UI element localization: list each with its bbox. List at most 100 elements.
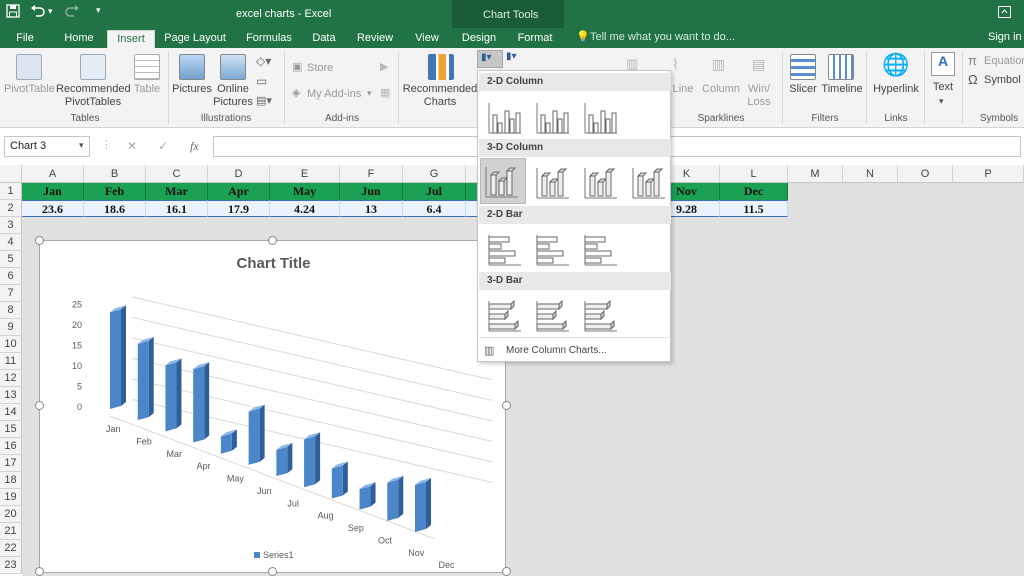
tab-file[interactable]: File	[8, 30, 42, 48]
100-stacked-bar-option[interactable]	[580, 227, 622, 269]
tab-review[interactable]: Review	[354, 30, 396, 48]
column-header-l[interactable]: L	[720, 165, 788, 183]
bing-maps-icon[interactable]: ▶	[380, 60, 388, 73]
header-cell-b1[interactable]: Feb	[84, 183, 146, 200]
column-header-d[interactable]: D	[208, 165, 270, 183]
resize-handle[interactable]	[35, 401, 44, 410]
row-header-13[interactable]: 13	[0, 387, 22, 404]
tab-page-layout[interactable]: Page Layout	[162, 30, 228, 48]
store-button[interactable]: Store	[307, 62, 333, 74]
row-header-2[interactable]: 2	[0, 200, 22, 217]
hyperlink-button[interactable]: Hyperlink	[870, 83, 922, 96]
value-cell-d2[interactable]: 17.9	[208, 200, 270, 217]
row-header-17[interactable]: 17	[0, 455, 22, 472]
insert-function-button[interactable]: fx	[190, 139, 199, 154]
value-cell-e2[interactable]: 4.24	[270, 200, 340, 217]
3d-clustered-bar-option[interactable]	[484, 293, 526, 335]
row-header-6[interactable]: 6	[0, 268, 22, 285]
shapes-icon[interactable]: ◇▾	[256, 54, 271, 68]
people-graph-icon[interactable]: ▦	[380, 86, 390, 99]
online-pictures-button[interactable]: Online Pictures	[212, 83, 254, 109]
resize-handle[interactable]	[35, 567, 44, 576]
resize-handle[interactable]	[268, 567, 277, 576]
resize-handle[interactable]	[35, 236, 44, 245]
row-header-4[interactable]: 4	[0, 234, 22, 251]
equation-button[interactable]: Equation	[984, 55, 1024, 67]
row-header-14[interactable]: 14	[0, 404, 22, 421]
screenshot-icon[interactable]: ▤▾	[256, 94, 272, 107]
3d-stacked-column-option[interactable]	[532, 160, 574, 202]
more-column-charts-button[interactable]: ▥ More Column Charts...	[482, 343, 668, 359]
row-header-10[interactable]: 10	[0, 336, 22, 353]
column-chart-button[interactable]: ▮▾	[477, 50, 503, 68]
tab-data[interactable]: Data	[308, 30, 340, 48]
row-header-8[interactable]: 8	[0, 302, 22, 319]
sparkline-winloss-button[interactable]: Win/ Loss	[742, 83, 776, 109]
resize-handle[interactable]	[502, 567, 511, 576]
header-cell-l1[interactable]: Dec	[720, 183, 788, 200]
100-stacked-column-option[interactable]	[580, 95, 622, 137]
row-header-20[interactable]: 20	[0, 506, 22, 523]
column-header-o[interactable]: O	[898, 165, 953, 183]
row-header-22[interactable]: 22	[0, 540, 22, 557]
tab-view[interactable]: View	[410, 30, 444, 48]
row-header-7[interactable]: 7	[0, 285, 22, 302]
header-cell-g1[interactable]: Jul	[403, 183, 466, 200]
value-cell-l2[interactable]: 11.5	[720, 200, 788, 217]
name-box-dropdown-icon[interactable]: ▾	[79, 140, 84, 151]
hierarchy-chart-icon[interactable]: ▮▾	[506, 51, 517, 62]
tab-design[interactable]: Design	[459, 30, 499, 48]
row-header-1[interactable]: 1	[0, 183, 22, 200]
3d-column-option[interactable]	[628, 160, 670, 202]
row-header-16[interactable]: 16	[0, 438, 22, 455]
column-header-a[interactable]: A	[22, 165, 84, 183]
name-box[interactable]: Chart 3 ▾	[4, 136, 90, 157]
header-cell-f1[interactable]: Jun	[340, 183, 403, 200]
value-cell-b2[interactable]: 18.6	[84, 200, 146, 217]
save-icon[interactable]	[6, 4, 20, 21]
row-header-23[interactable]: 23	[0, 557, 22, 574]
row-header-9[interactable]: 9	[0, 319, 22, 336]
clustered-column-option[interactable]	[484, 95, 526, 137]
column-header-g[interactable]: G	[403, 165, 466, 183]
value-cell-c2[interactable]: 16.1	[146, 200, 208, 217]
resize-handle[interactable]	[268, 236, 277, 245]
timeline-button[interactable]: Timeline	[820, 83, 864, 96]
chart-plot-area[interactable]: 0 5 10 15 20 25 Jan Feb Mar Apr May Jun Jul Aug Sep Oct…	[40, 241, 505, 572]
column-header-p[interactable]: P	[953, 165, 1024, 183]
text-dropdown-icon[interactable]: ▾	[939, 96, 944, 107]
chart-object[interactable]: Chart Title 0 5 10 15 20 25 Jan Feb Mar Apr May Jun…	[39, 240, 506, 573]
symbol-button[interactable]: Symbol	[984, 74, 1021, 86]
smartart-icon[interactable]: ▭	[256, 74, 267, 88]
tab-home[interactable]: Home	[58, 30, 100, 48]
header-cell-e1[interactable]: May	[270, 183, 340, 200]
column-header-f[interactable]: F	[340, 165, 403, 183]
sparkline-line-button[interactable]: Line	[668, 83, 698, 96]
column-header-b[interactable]: B	[84, 165, 146, 183]
row-header-15[interactable]: 15	[0, 421, 22, 438]
ribbon-display-icon[interactable]	[998, 5, 1011, 21]
redo-icon[interactable]	[64, 4, 80, 21]
tab-formulas[interactable]: Formulas	[242, 30, 296, 48]
clustered-bar-option[interactable]	[484, 227, 526, 269]
column-header-n[interactable]: N	[843, 165, 898, 183]
row-header-21[interactable]: 21	[0, 523, 22, 540]
select-all-button[interactable]	[0, 165, 22, 183]
3d-100-stacked-bar-option[interactable]	[580, 293, 622, 335]
row-header-5[interactable]: 5	[0, 251, 22, 268]
tab-format[interactable]: Format	[514, 30, 556, 48]
customize-qat-icon[interactable]: ▾	[96, 5, 101, 16]
3d-clustered-column-option[interactable]	[480, 158, 526, 204]
recommended-charts-button[interactable]: Recommended Charts	[402, 83, 478, 109]
value-cell-a2[interactable]: 23.6	[22, 200, 84, 217]
sparkline-column-button[interactable]: Column	[700, 83, 742, 96]
table-button[interactable]: Table	[130, 83, 164, 96]
undo-icon[interactable]	[30, 4, 46, 21]
recommended-pivottables-button[interactable]: Recommended PivotTables	[56, 83, 131, 109]
header-cell-d1[interactable]: Apr	[208, 183, 270, 200]
text-button[interactable]: Text	[928, 81, 958, 94]
row-header-11[interactable]: 11	[0, 353, 22, 370]
chart-legend[interactable]: Series1	[254, 550, 294, 560]
pivottable-button[interactable]: PivotTable	[4, 83, 55, 96]
3d-stacked-bar-option[interactable]	[532, 293, 574, 335]
